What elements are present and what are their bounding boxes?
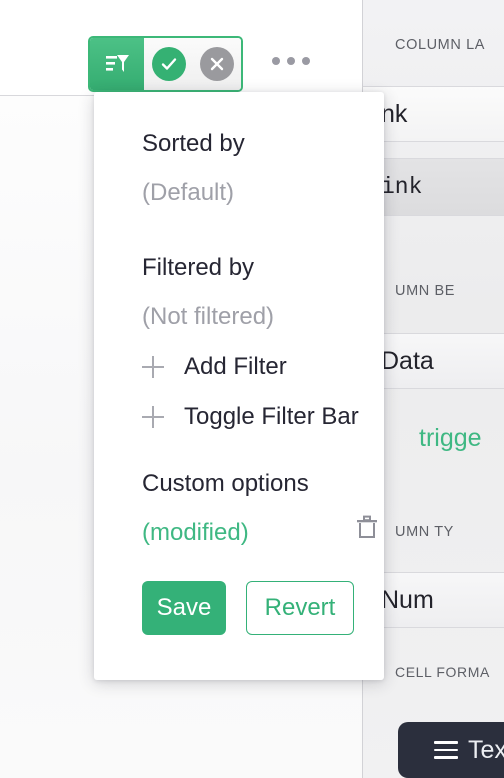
cell-format-section-heading: CELL FORMA bbox=[395, 664, 490, 680]
properties-panel: COLUMN LA nk ink UMN BE Data trigge UMN … bbox=[363, 0, 504, 778]
column-label-section-heading: COLUMN LA bbox=[395, 37, 485, 53]
close-icon bbox=[210, 57, 223, 71]
column-type-field[interactable]: Num bbox=[363, 572, 504, 628]
custom-options-heading: Custom options bbox=[142, 470, 309, 497]
column-behavior-value: Data bbox=[381, 346, 434, 375]
sorted-by-heading: Sorted by bbox=[142, 130, 245, 157]
save-button[interactable]: Save bbox=[142, 581, 226, 635]
toolbar-actions bbox=[144, 38, 241, 90]
trash-icon bbox=[357, 515, 377, 538]
column-behavior-field[interactable]: Data bbox=[363, 333, 504, 389]
plus-icon bbox=[142, 406, 164, 428]
custom-options-value: (modified) bbox=[142, 519, 249, 546]
popup-button-row: Save Revert bbox=[142, 581, 354, 635]
sort-filter-popup: Sorted by (Default) Filtered by (Not fil… bbox=[94, 92, 384, 680]
ellipsis-icon bbox=[302, 57, 310, 65]
revert-button[interactable]: Revert bbox=[246, 581, 354, 635]
sorted-by-value[interactable]: (Default) bbox=[142, 179, 234, 207]
toggle-filter-bar-label: Toggle Filter Bar bbox=[184, 403, 359, 430]
add-filter-label: Add Filter bbox=[184, 353, 287, 380]
column-label-value: nk bbox=[381, 99, 408, 128]
column-label-mono-field[interactable]: ink bbox=[363, 158, 504, 216]
column-type-section-heading: UMN TY bbox=[395, 524, 454, 540]
column-label-field[interactable]: nk bbox=[363, 86, 504, 142]
column-label-mono-value: ink bbox=[381, 174, 423, 200]
plus-icon bbox=[142, 356, 164, 378]
cancel-button[interactable] bbox=[199, 47, 234, 81]
column-behavior-section-heading: UMN BE bbox=[395, 283, 455, 299]
sort-filter-icon bbox=[106, 55, 129, 72]
overflow-menu-button[interactable] bbox=[272, 57, 310, 65]
confirm-button[interactable] bbox=[151, 47, 186, 81]
filtered-by-heading: Filtered by bbox=[142, 254, 255, 281]
sort-filter-button[interactable] bbox=[90, 38, 144, 90]
cell-format-value: Tex bbox=[468, 735, 504, 764]
column-behavior-note: trigge bbox=[419, 424, 482, 452]
sort-filter-toolbar bbox=[88, 36, 243, 92]
add-filter-action[interactable]: Add Filter bbox=[142, 353, 287, 381]
column-type-value: Num bbox=[381, 585, 434, 614]
cell-format-button[interactable]: Tex bbox=[398, 722, 504, 778]
ellipsis-icon bbox=[287, 57, 295, 65]
ellipsis-icon bbox=[272, 57, 280, 65]
toggle-filter-bar-action[interactable]: Toggle Filter Bar bbox=[142, 403, 359, 431]
hamburger-icon bbox=[434, 741, 458, 759]
filtered-by-value[interactable]: (Not filtered) bbox=[142, 303, 274, 331]
app-root: COLUMN LA nk ink UMN BE Data trigge UMN … bbox=[0, 0, 504, 778]
delete-custom-options-button[interactable] bbox=[350, 511, 384, 545]
check-icon bbox=[161, 58, 176, 70]
